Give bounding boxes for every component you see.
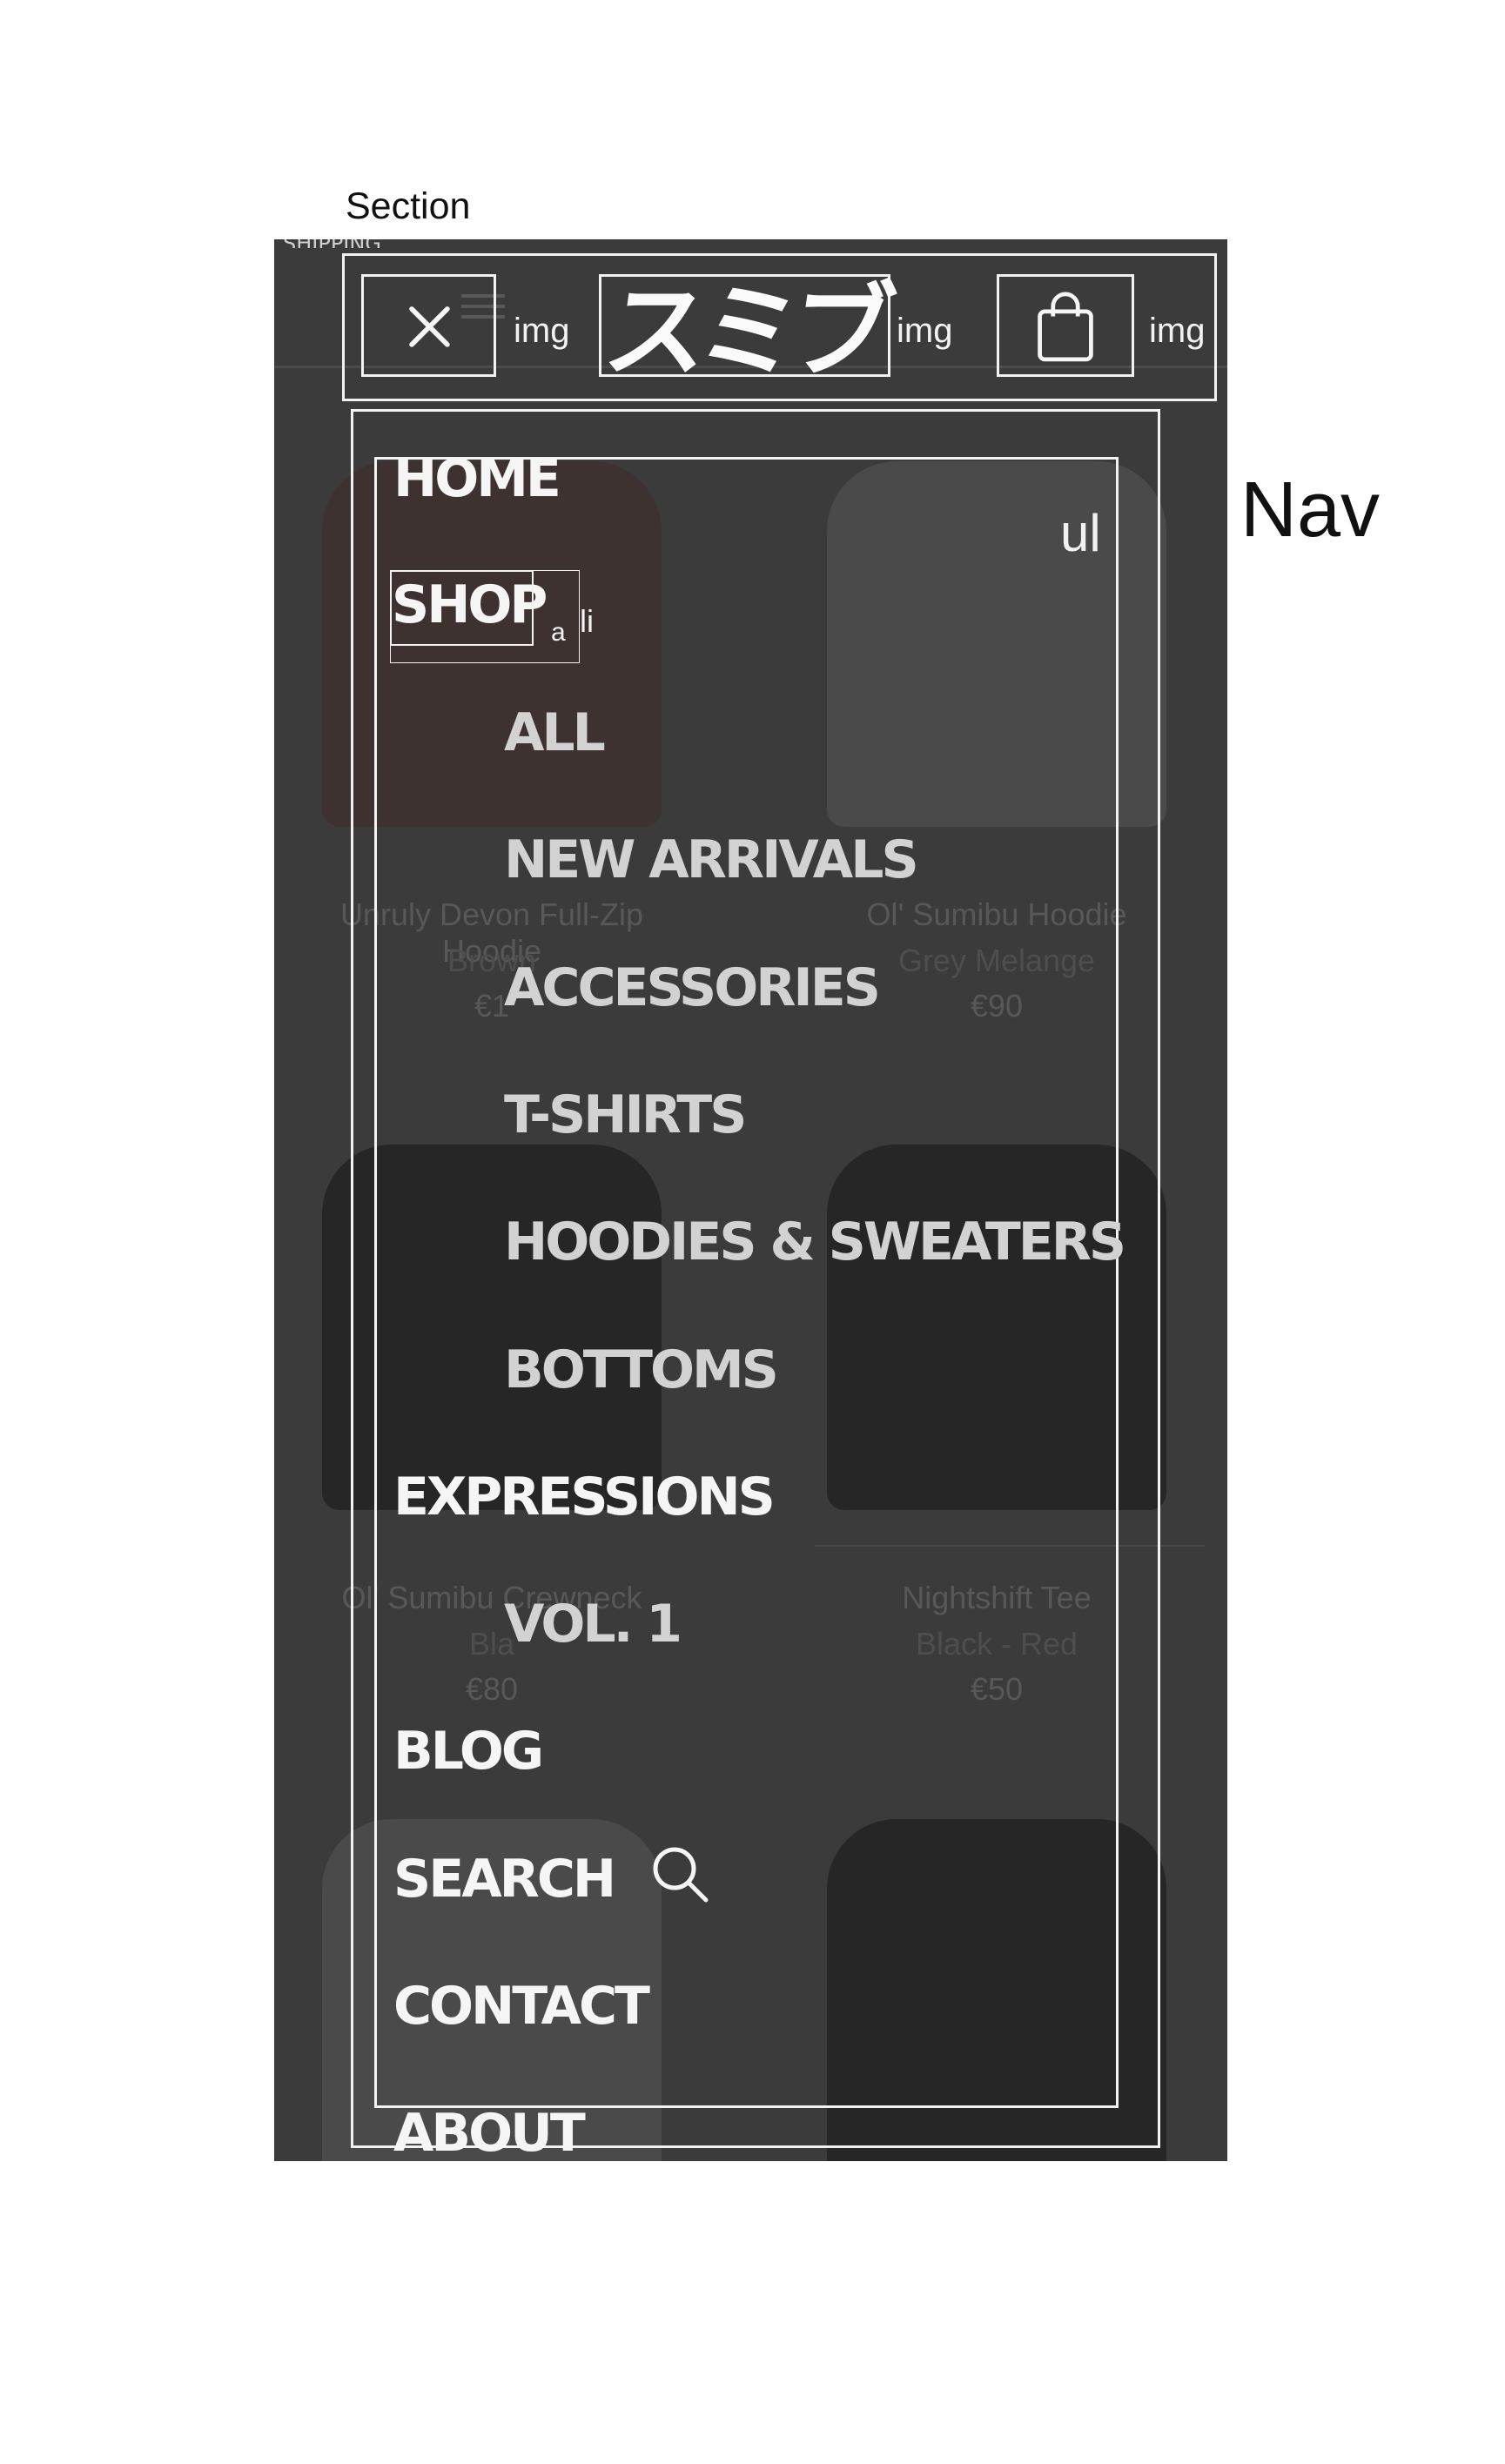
- announcement-bar: SHIPPING: [274, 239, 1227, 248]
- ul-annotation: ul: [1060, 504, 1101, 562]
- menu-item-t-shirts[interactable]: T-SHIRTS: [504, 1089, 747, 1141]
- mobile-viewport: SHIPPING Unruly Devon Full-Zip Hoodie Br…: [274, 239, 1227, 2161]
- close-icon: [409, 306, 450, 347]
- a-annotation: a: [551, 618, 566, 647]
- menu-item-vol-1[interactable]: VOL. 1: [504, 1598, 682, 1650]
- menu-item-all[interactable]: ALL: [504, 707, 606, 759]
- menu-item-accessories[interactable]: ACCESSORIES: [504, 962, 881, 1014]
- logo-link[interactable]: スミブ: [598, 272, 891, 392]
- menu-item-home[interactable]: HOME: [393, 453, 561, 505]
- list-item-box: [390, 570, 580, 663]
- menu-item-contact[interactable]: CONTACT: [393, 1980, 650, 2032]
- menu-item-expressions[interactable]: EXPRESSIONS: [393, 1471, 776, 1523]
- img-annotation: img: [1149, 312, 1206, 350]
- menu-item-new-arrivals[interactable]: NEW ARRIVALS: [504, 834, 919, 886]
- img-annotation: img: [897, 312, 953, 350]
- menu-item-blog[interactable]: BLOG: [393, 1725, 544, 1777]
- menu-item-hoodies-sweaters[interactable]: HOODIES & SWEATERS: [504, 1216, 1126, 1268]
- section-annotation: Section: [346, 185, 471, 227]
- nav-annotation: Nav: [1240, 467, 1381, 554]
- menu-item-bottoms[interactable]: BOTTOMS: [504, 1344, 779, 1396]
- cart-button[interactable]: [997, 274, 1134, 377]
- brand-logo: スミブ: [597, 272, 892, 392]
- close-menu-button[interactable]: [361, 274, 496, 377]
- menu-item-about[interactable]: ABOUT: [393, 2107, 586, 2159]
- img-annotation: img: [514, 312, 570, 350]
- menu-item-search[interactable]: SEARCH: [393, 1853, 616, 1905]
- shopping-bag-icon: [1038, 292, 1093, 362]
- search-icon[interactable]: [647, 1841, 716, 1910]
- li-annotation: li: [580, 603, 594, 639]
